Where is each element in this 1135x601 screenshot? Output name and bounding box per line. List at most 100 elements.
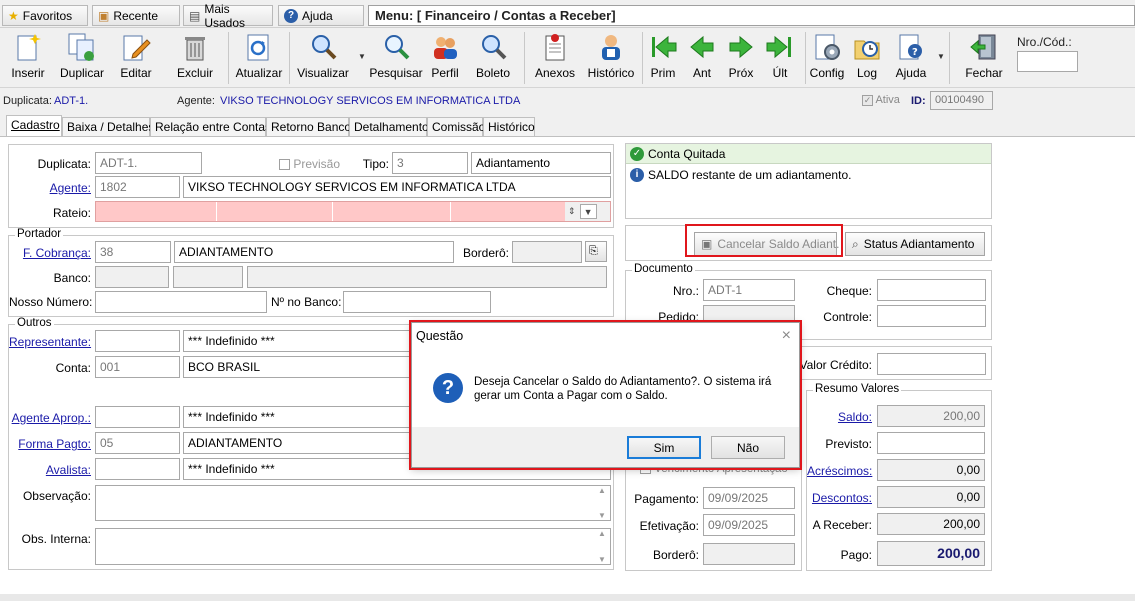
obs-interna-textarea[interactable]: ▲ ▼ <box>95 528 611 565</box>
status-adiantamento-button[interactable]: ⌕ Status Adiantamento <box>845 232 985 256</box>
no-banco-field[interactable] <box>343 291 491 313</box>
avalista-code-field[interactable] <box>95 458 180 480</box>
toolbar: Inserir Duplicar Editar Excluir Atualiza… <box>0 28 1135 88</box>
tab-relacao-contas[interactable]: Relação entre Contas <box>150 117 271 137</box>
chevron-down-icon[interactable]: ▼ <box>579 204 597 219</box>
person-history-icon <box>596 32 626 62</box>
ajuda-top-label: Ajuda <box>302 8 333 23</box>
descontos-field: 0,00 <box>877 486 985 508</box>
status-bar <box>0 594 1135 601</box>
status-quitada-text: Conta Quitada <box>648 146 726 161</box>
spinner-icon[interactable]: ⇕ <box>568 206 576 217</box>
scrollbar[interactable]: ▲ ▼ <box>594 529 610 564</box>
ativa-checkbox[interactable]: ✓ Ativa <box>862 94 900 106</box>
anexos-label: Anexos <box>534 66 576 80</box>
saldo-link[interactable]: Saldo: <box>807 410 872 424</box>
first-record-icon <box>648 32 678 62</box>
valor-credito-label: Valor Crédito: <box>799 358 872 372</box>
ult-button[interactable]: Últ <box>755 32 805 86</box>
previsto-field[interactable] <box>877 432 985 454</box>
agente-link[interactable]: Agente: <box>9 181 91 195</box>
cheque-field[interactable] <box>877 279 986 301</box>
editar-button[interactable]: Editar <box>111 32 161 86</box>
duplicar-button[interactable]: Duplicar <box>57 32 107 86</box>
tipo-code-field[interactable]: 3 <box>392 152 468 174</box>
representante-link[interactable]: Representante: <box>9 335 91 349</box>
agente-aprop-link[interactable]: Agente Aprop.: <box>9 411 91 425</box>
nro-cod-input[interactable] <box>1017 51 1078 72</box>
fcobranca-code-field[interactable]: 38 <box>95 241 171 263</box>
representante-code-field[interactable] <box>95 330 180 352</box>
agente-aprop-code-field[interactable] <box>95 406 180 428</box>
mais-usados-label: Mais Usados <box>204 1 246 30</box>
recente-button[interactable]: ▣ Recente <box>92 5 180 26</box>
tab-baixa-label: Baixa / Detalhes <box>67 120 155 134</box>
perfil-button[interactable]: Perfil <box>420 32 470 86</box>
descontos-link[interactable]: Descontos: <box>807 491 872 505</box>
bordero-lookup-button[interactable]: ⎘ <box>585 241 607 262</box>
chevron-down-icon[interactable]: ▼ <box>358 52 366 61</box>
boleto-label: Boleto <box>475 66 511 80</box>
excluir-button[interactable]: Excluir <box>170 32 220 86</box>
tab-comissao[interactable]: Comissão <box>427 117 486 137</box>
duplicata-field[interactable]: ADT-1. <box>95 152 202 174</box>
mais-usados-button[interactable]: ▤ Mais Usados <box>183 2 273 30</box>
tab-retorno-banco[interactable]: Retorno Banco <box>266 117 352 137</box>
log-clock-icon <box>852 32 882 62</box>
rateio-field[interactable]: ⇕ ▼ <box>95 201 611 222</box>
attachment-icon <box>540 32 570 62</box>
tab-retorno-label: Retorno Banco <box>271 120 352 134</box>
anexos-button[interactable]: Anexos <box>530 32 580 86</box>
forma-pagto-code-field[interactable]: 05 <box>95 432 180 454</box>
nosso-numero-field[interactable] <box>95 291 267 313</box>
tab-historico[interactable]: Histórico <box>483 117 535 137</box>
status-saldo-row: i SALDO restante de um adiantamento. <box>626 165 991 185</box>
fcobranca-desc-field: ADIANTAMENTO <box>174 241 454 263</box>
banco-desc-field <box>247 266 607 288</box>
resumo-group: Resumo Valores Saldo: 200,00 Previsto: A… <box>806 383 992 571</box>
nro-field[interactable]: ADT-1 <box>703 279 795 301</box>
inserir-button[interactable]: Inserir <box>3 32 53 86</box>
pagamento-field[interactable]: 09/09/2025 <box>703 487 795 509</box>
tab-cadastro[interactable]: Cadastro <box>6 115 62 137</box>
scrollbar[interactable]: ▲ ▼ <box>594 486 610 520</box>
previsao-checkbox[interactable]: Previsão <box>279 157 340 171</box>
fechar-button[interactable]: Fechar <box>959 32 1009 86</box>
favoritos-label: Favoritos <box>22 8 73 23</box>
tab-comissao-label: Comissão <box>432 120 486 134</box>
valor-credito-field[interactable] <box>877 353 986 375</box>
acrescimos-link[interactable]: Acréscimos: <box>807 464 872 478</box>
forma-pagto-link[interactable]: Forma Pagto: <box>9 437 91 451</box>
chevron-down-icon[interactable]: ▼ <box>937 52 945 61</box>
boleto-button[interactable]: Boleto <box>468 32 518 86</box>
checkmark-icon: ✓ <box>862 94 873 106</box>
tab-detalhamento[interactable]: Detalhamento <box>349 117 429 137</box>
a-receber-field: 200,00 <box>877 513 985 535</box>
observacao-textarea[interactable]: ▲ ▼ <box>95 485 611 521</box>
avalista-link[interactable]: Avalista: <box>9 463 91 477</box>
obs-interna-label: Obs. Interna: <box>21 532 91 546</box>
prox-label: Próx <box>728 66 754 80</box>
ajuda-top-button[interactable]: ? Ajuda <box>278 5 364 26</box>
controle-field[interactable] <box>877 305 986 327</box>
favoritos-button[interactable]: ★ Favoritos <box>2 5 88 26</box>
tipo-desc-field: Adiantamento <box>471 152 611 174</box>
atualizar-button[interactable]: Atualizar <box>234 32 284 86</box>
tab-baixa-detalhes[interactable]: Baixa / Detalhes <box>62 117 154 137</box>
pesquisar-button[interactable]: Pesquisar <box>369 32 423 86</box>
banco-code-field <box>95 266 169 288</box>
gear-icon <box>812 32 842 62</box>
conta-code-field[interactable]: 001 <box>95 356 180 378</box>
controle-label: Controle: <box>823 310 872 324</box>
ant-label: Ant <box>692 66 711 80</box>
fcobranca-link[interactable]: F. Cobrança: <box>9 246 91 260</box>
agente-name-field: VIKSO TECHNOLOGY SERVICOS EM INFORMATICA… <box>183 176 611 198</box>
ajuda-button[interactable]: ? Ajuda <box>886 32 936 86</box>
pago-field: 200,00 <box>877 541 985 566</box>
ult-label: Últ <box>772 66 788 80</box>
agente-code-field[interactable]: 1802 <box>95 176 180 198</box>
visualizar-button[interactable]: Visualizar <box>297 32 349 86</box>
efetivacao-field[interactable]: 09/09/2025 <box>703 514 795 536</box>
log-button[interactable]: Log <box>842 32 892 86</box>
historico-button[interactable]: Histórico <box>586 32 636 86</box>
